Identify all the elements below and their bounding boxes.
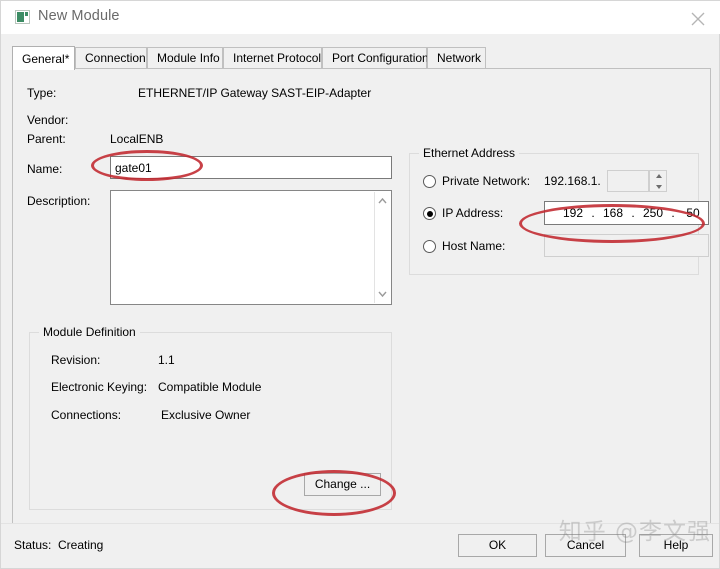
ip-address-input[interactable]: 192 . 168 . 250 . 50 bbox=[544, 201, 709, 225]
tab-general[interactable]: General* bbox=[12, 46, 75, 70]
parent-label: Parent: bbox=[27, 132, 66, 146]
ip-separator-1: . bbox=[587, 206, 599, 220]
connections-label: Connections: bbox=[51, 408, 121, 422]
tab-internet-protocol[interactable]: Internet Protocol bbox=[223, 47, 322, 69]
status-badge: Creating bbox=[58, 538, 103, 552]
connections-value: Exclusive Owner bbox=[161, 408, 250, 422]
vendor-label: Vendor: bbox=[27, 113, 68, 127]
change-button[interactable]: Change ... bbox=[304, 473, 381, 496]
electronic-keying-value: Compatible Module bbox=[158, 380, 261, 394]
ip-octet-3: 250 bbox=[639, 206, 667, 220]
general-tab-panel: Type: ETHERNET/IP Gateway SAST-EIP-Adapt… bbox=[12, 68, 711, 524]
private-network-spinner[interactable] bbox=[649, 170, 667, 192]
type-value: ETHERNET/IP Gateway SAST-EIP-Adapter bbox=[138, 86, 371, 100]
ip-octet-2: 168 bbox=[599, 206, 627, 220]
host-name-label: Host Name: bbox=[442, 239, 505, 253]
description-field[interactable] bbox=[110, 190, 392, 305]
host-name-input[interactable] bbox=[544, 234, 709, 257]
type-label: Type: bbox=[27, 86, 56, 100]
description-scrollbar[interactable] bbox=[374, 192, 390, 303]
revision-label: Revision: bbox=[51, 353, 100, 367]
ethernet-address-title: Ethernet Address bbox=[419, 146, 519, 160]
status-label: Status: bbox=[14, 538, 51, 552]
private-network-label: Private Network: bbox=[442, 174, 530, 188]
revision-value: 1.1 bbox=[158, 353, 175, 367]
private-network-octet-input[interactable] bbox=[607, 170, 649, 192]
module-icon bbox=[15, 10, 30, 24]
ip-separator-3: . bbox=[667, 206, 679, 220]
ip-separator-2: . bbox=[627, 206, 639, 220]
title-bar: New Module bbox=[1, 1, 720, 34]
tab-network[interactable]: Network bbox=[427, 47, 486, 69]
ethernet-address-group: Ethernet Address Private Network: 192.16… bbox=[409, 153, 699, 275]
private-network-prefix: 192.168.1. bbox=[544, 174, 601, 188]
spinner-down-icon[interactable] bbox=[650, 181, 666, 191]
ok-button[interactable]: OK bbox=[458, 534, 537, 557]
tab-port-configuration[interactable]: Port Configuration bbox=[322, 47, 427, 69]
scroll-down-icon[interactable] bbox=[375, 286, 390, 301]
name-input[interactable] bbox=[110, 156, 392, 179]
window-title: New Module bbox=[38, 8, 120, 24]
parent-value: LocalENB bbox=[110, 132, 163, 146]
scroll-up-icon[interactable] bbox=[375, 194, 390, 209]
close-icon[interactable] bbox=[676, 1, 720, 33]
radio-ip-address[interactable] bbox=[423, 207, 436, 220]
new-module-dialog: New Module General* Connection Module In… bbox=[0, 0, 720, 569]
module-definition-group: Module Definition Revision: 1.1 Electron… bbox=[29, 332, 392, 510]
footer-bar: Status: Creating OK Cancel Help bbox=[1, 523, 719, 568]
ip-address-label: IP Address: bbox=[442, 206, 503, 220]
module-definition-title: Module Definition bbox=[39, 325, 140, 339]
electronic-keying-label: Electronic Keying: bbox=[51, 380, 147, 394]
help-button[interactable]: Help bbox=[639, 534, 713, 557]
cancel-button[interactable]: Cancel bbox=[545, 534, 626, 557]
radio-private-network[interactable] bbox=[423, 175, 436, 188]
name-label: Name: bbox=[27, 162, 62, 176]
radio-host-name[interactable] bbox=[423, 240, 436, 253]
tab-module-info[interactable]: Module Info bbox=[147, 47, 223, 69]
tab-connection[interactable]: Connection bbox=[75, 47, 147, 69]
spinner-up-icon[interactable] bbox=[650, 171, 666, 181]
tab-strip: General* Connection Module Info Internet… bbox=[12, 47, 711, 69]
ip-octet-4: 50 bbox=[679, 206, 707, 220]
description-label: Description: bbox=[27, 194, 90, 208]
ip-octet-1: 192 bbox=[559, 206, 587, 220]
